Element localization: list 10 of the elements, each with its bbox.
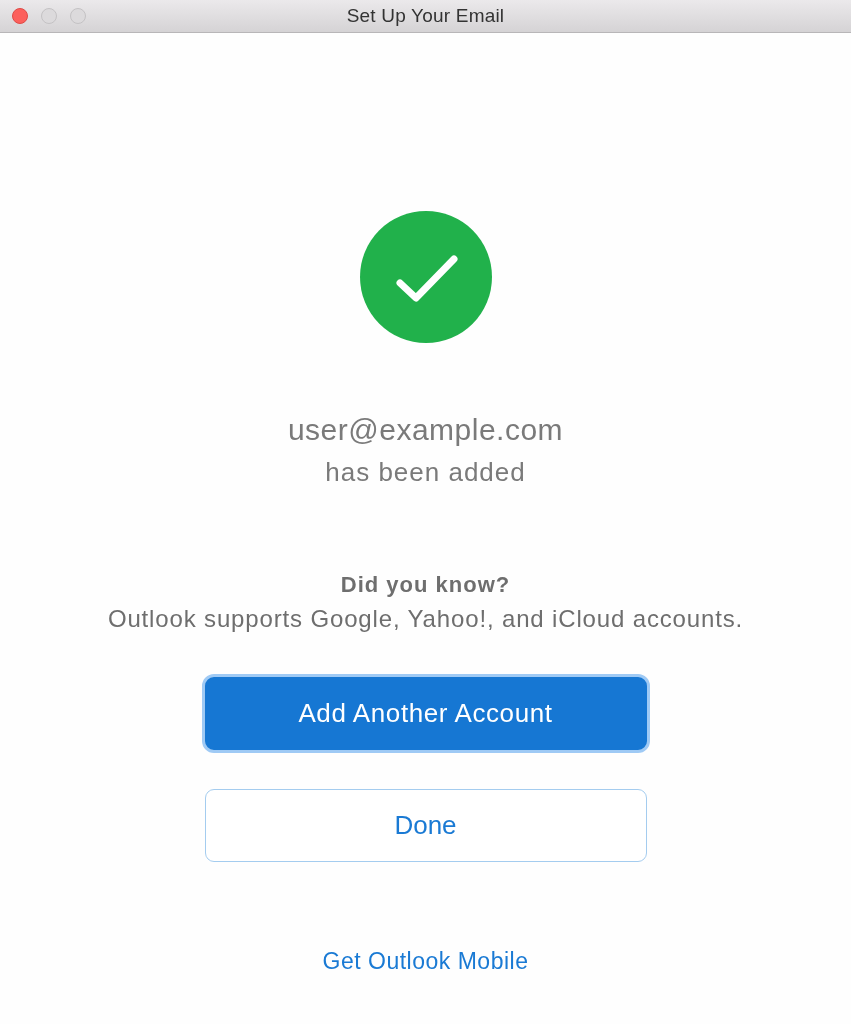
account-address: user@example.com bbox=[287, 412, 564, 448]
window-title: Set Up Your Email bbox=[346, 5, 505, 27]
done-button[interactable]: Done bbox=[204, 789, 647, 862]
mobile-link[interactable]: Get Outlook Mobile bbox=[322, 946, 529, 976]
add-account-button[interactable]: Add Another Account bbox=[201, 674, 650, 753]
close-button[interactable] bbox=[12, 8, 28, 24]
added-message: has been added bbox=[325, 456, 526, 488]
success-check-icon bbox=[359, 211, 492, 343]
tip-text: Outlook supports Google, Yahoo!, and iCloud accounts. bbox=[107, 604, 744, 634]
tip-heading: Did you know? bbox=[340, 571, 511, 599]
